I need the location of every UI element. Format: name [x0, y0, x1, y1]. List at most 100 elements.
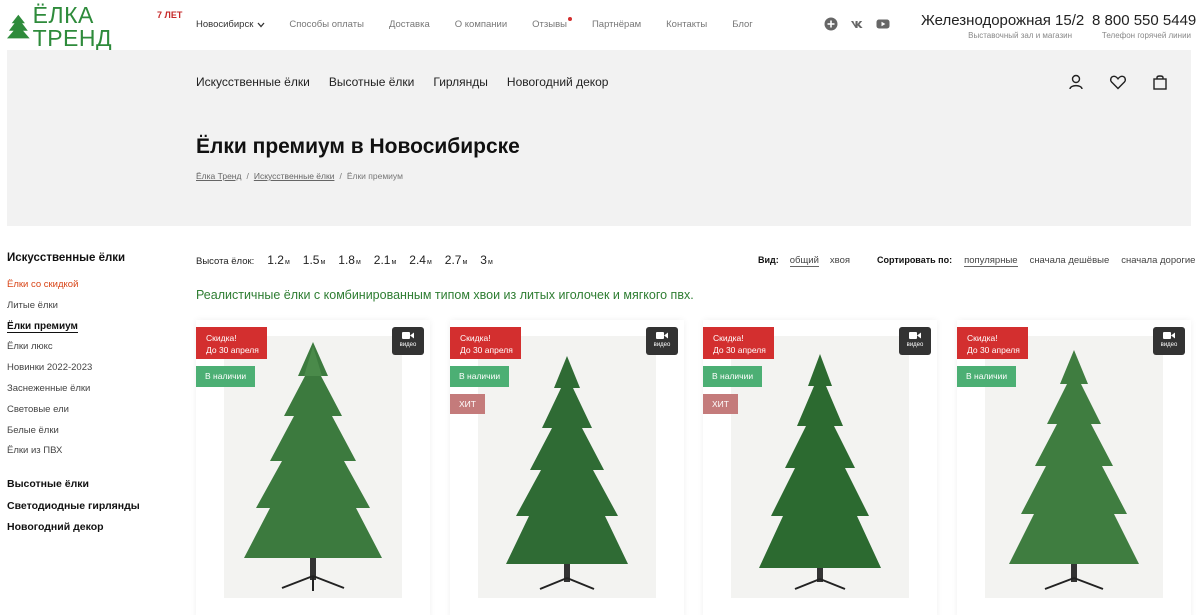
main-nav-artificial-trees[interactable]: Искусственные ёлки [196, 75, 310, 89]
height-unit: м [284, 259, 290, 266]
nav-blog[interactable]: Блог [732, 19, 753, 30]
sidebar-item-cast[interactable]: Литые ёлки [7, 299, 177, 320]
logo-text: ЁЛКА ТРЕНД [32, 2, 113, 51]
logo-years-badge: 7 ЛЕТ [157, 10, 183, 20]
sidebar-heading[interactable]: Искусственные ёлки [7, 252, 177, 264]
height-filter-label: Высота ёлок: [196, 256, 255, 267]
sidebar-item-premium-label: Ёлки премиум [7, 320, 78, 333]
in-stock-badge: В наличии [957, 366, 1017, 387]
main-nav-tall-trees[interactable]: Высотные ёлки [329, 75, 415, 89]
bag-icon[interactable] [1151, 73, 1169, 91]
view-switch: Вид: общий хвоя [758, 255, 850, 267]
hit-badge: ХИТ [450, 394, 485, 414]
height-filter: Высота ёлок: 1.2м 1.5м 1.8м 2.1м 2.4м 2.… [196, 253, 506, 267]
sidebar-item-new[interactable]: Новинки 2022-2023 [7, 361, 177, 382]
sidebar-cat-decor[interactable]: Новогодний декор [7, 521, 177, 543]
sort-option-popular[interactable]: популярные [964, 255, 1018, 267]
height-option[interactable]: 1.8м [338, 253, 361, 267]
sidebar-item-white[interactable]: Белые ёлки [7, 424, 177, 445]
sale-badge-date: До 30 апреля [460, 345, 513, 355]
video-camera-icon [402, 332, 414, 339]
nav-delivery[interactable]: Доставка [389, 19, 430, 30]
height-unit: м [462, 259, 468, 266]
height-value: 1.2 [267, 253, 284, 267]
logo[interactable]: ЁЛКА ТРЕНД 7 ЛЕТ [7, 4, 182, 50]
main-nav-garlands[interactable]: Гирлянды [433, 75, 488, 89]
product-card[interactable]: Скидка! До 30 апреля видео В наличии ХИТ [703, 320, 937, 615]
sale-badge-title: Скидка! [460, 333, 491, 343]
product-card[interactable]: Скидка! До 30 апреля видео В наличии [196, 320, 430, 615]
in-stock-badge: В наличии [196, 366, 256, 387]
user-icon[interactable] [1067, 73, 1085, 91]
nav-about[interactable]: О компании [455, 19, 507, 30]
sort-option-cheap-first[interactable]: сначала дешёвые [1030, 255, 1110, 267]
sidebar-item-premium[interactable]: Ёлки премиум [7, 320, 177, 341]
sort-option-expensive-first[interactable]: сначала дорогие [1121, 255, 1195, 267]
in-stock-badge: В наличии [703, 366, 763, 387]
video-button[interactable]: видео [899, 327, 931, 355]
video-camera-icon [656, 332, 668, 339]
breadcrumb-current: Ёлки премиум [346, 171, 403, 181]
tree-logo-icon [7, 14, 30, 39]
top-nav: Новосибирск Способы оплаты Доставка О ко… [196, 17, 753, 30]
video-button[interactable]: видео [646, 327, 678, 355]
nav-reviews[interactable]: Отзывы [532, 17, 572, 30]
product-card[interactable]: Скидка! До 30 апреля видео В наличии [957, 320, 1191, 615]
view-option-general[interactable]: общий [789, 255, 819, 267]
breadcrumb: Ёлка Тренд / Искусственные ёлки / Ёлки п… [196, 171, 403, 181]
sidebar-item-snowy[interactable]: Заснеженные ёлки [7, 382, 177, 403]
city-selector[interactable]: Новосибирск [196, 19, 265, 30]
main-nav-decor[interactable]: Новогодний декор [507, 75, 609, 89]
height-value: 2.1 [373, 253, 391, 267]
view-label: Вид: [758, 255, 779, 265]
height-value: 1.5 [302, 253, 320, 267]
nav-contacts[interactable]: Контакты [666, 19, 707, 30]
sidebar-item-pvc[interactable]: Ёлки из ПВХ [7, 444, 177, 465]
youtube-icon[interactable] [876, 17, 890, 31]
height-option[interactable]: 2.1м [374, 253, 397, 267]
breadcrumb-home[interactable]: Ёлка Тренд [196, 171, 241, 181]
nav-partners[interactable]: Партнёрам [592, 19, 641, 30]
sale-badge: Скидка! До 30 апреля [957, 327, 1028, 359]
breadcrumb-artificial-trees[interactable]: Искусственные ёлки [254, 171, 335, 181]
product-card[interactable]: Скидка! До 30 апреля видео В наличии ХИТ [450, 320, 684, 615]
sale-badge-title: Скидка! [967, 333, 998, 343]
odnoklassniki-icon[interactable] [824, 17, 838, 31]
social-links [824, 17, 890, 31]
view-option-needles[interactable]: хвоя [830, 255, 850, 267]
category-sidebar: Искусственные ёлки Ёлки со скидкой Литые… [7, 252, 177, 543]
sidebar-item-sale[interactable]: Ёлки со скидкой [7, 278, 177, 299]
sidebar-item-light[interactable]: Световые ели [7, 403, 177, 424]
vk-icon[interactable] [850, 17, 864, 31]
sidebar-item-lux[interactable]: Ёлки люкс [7, 340, 177, 361]
phone-block[interactable]: 8 800 550 5449 Телефон горячей линии [1092, 12, 1196, 40]
height-option[interactable]: 2.7м [445, 253, 468, 267]
height-unit: м [355, 259, 361, 266]
sale-badge-date: До 30 апреля [713, 345, 766, 355]
video-label: видео [653, 342, 671, 348]
sidebar-cat-tall-trees[interactable]: Высотные ёлки [7, 478, 177, 500]
address-block[interactable]: Железнодорожная 15/2 Выставочный зал и м… [921, 12, 1084, 40]
nav-payment[interactable]: Способы оплаты [289, 19, 364, 30]
phone-subtitle: Телефон горячей линии [1101, 31, 1191, 40]
top-bar: ЁЛКА ТРЕНД 7 ЛЕТ Новосибирск Способы опл… [0, 0, 1200, 50]
heart-icon[interactable] [1109, 73, 1127, 91]
sort-label: Сортировать по: [877, 255, 953, 265]
video-camera-icon [1163, 332, 1175, 339]
page-header-band: Искусственные ёлки Высотные ёлки Гирлянд… [7, 50, 1191, 226]
in-stock-badge: В наличии [450, 366, 510, 387]
height-option[interactable]: 1.5м [303, 253, 326, 267]
address-subtitle: Выставочный зал и магазин [968, 31, 1072, 40]
height-unit: м [426, 259, 432, 266]
video-button[interactable]: видео [392, 327, 424, 355]
sidebar-categories: Высотные ёлки Светодиодные гирлянды Ново… [7, 478, 177, 543]
video-label: видео [906, 342, 924, 348]
height-option[interactable]: 1.2м [267, 253, 290, 267]
video-button[interactable]: видео [1153, 327, 1185, 355]
sidebar-cat-led-garlands[interactable]: Светодиодные гирлянды [7, 500, 177, 522]
category-description: Реалистичные ёлки с комбинированным типо… [196, 288, 694, 302]
height-option[interactable]: 3м [480, 253, 493, 267]
height-option[interactable]: 2.4м [409, 253, 432, 267]
height-value: 3 [480, 253, 487, 267]
sale-badge: Скидка! До 30 апреля [703, 327, 774, 359]
